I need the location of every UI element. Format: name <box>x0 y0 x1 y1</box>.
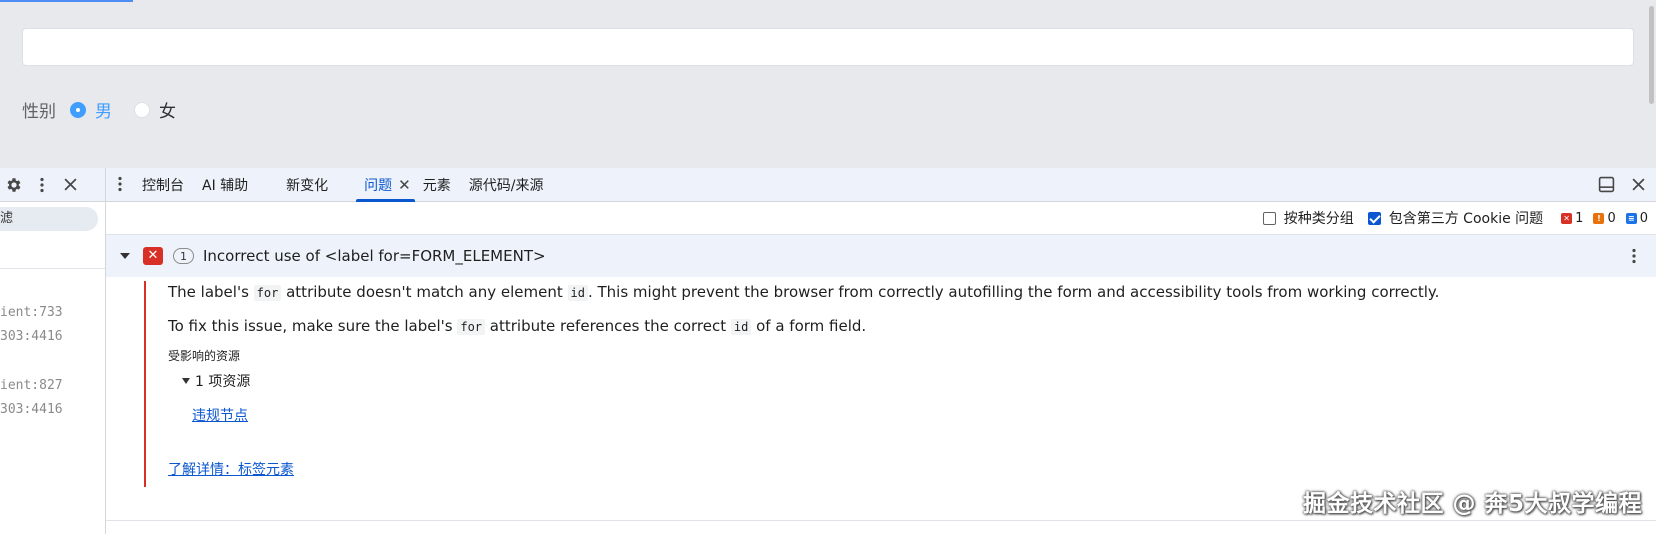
issue-title[interactable]: Incorrect use of <label for=FORM_ELEMENT… <box>203 247 546 265</box>
third-party-cookie-checkbox[interactable]: 包含第三方 Cookie 问题 <box>1367 208 1543 228</box>
tab-elements[interactable]: 元素 <box>419 168 463 201</box>
tab-label: 控制台 <box>142 177 184 194</box>
text: To fix this issue, make sure the label's <box>168 317 458 335</box>
code-for: for <box>457 319 486 335</box>
close-icon[interactable] <box>56 171 84 199</box>
gender-field: 性别 男 女 <box>22 97 198 122</box>
drawer-tabbar: 控制台 AI 辅助 新变化 问题 ✕ 元素 源代码/来源 <box>106 168 1656 202</box>
more-vertical-icon[interactable] <box>28 171 56 199</box>
info-icon: ≡ <box>1625 212 1637 224</box>
error-count-value: 1 <box>1575 210 1584 226</box>
tab-issues[interactable]: 问题 ✕ <box>352 168 419 202</box>
resources-toggle-label[interactable]: 1 项资源 <box>195 371 250 391</box>
learn-more-link[interactable]: 了解详情：标签元素 <box>168 459 294 479</box>
source-location-link[interactable]: ient:827 <box>0 378 63 393</box>
error-icon: ✕ <box>1561 212 1573 224</box>
info-count-value: 0 <box>1639 210 1648 226</box>
code-id: id <box>567 285 588 301</box>
radio-male-label[interactable]: 男 <box>95 97 112 122</box>
source-location-link[interactable]: ient:733 <box>0 305 63 320</box>
watermark-text: 掘金技术社区 @ 奔5大叔学编程 <box>1302 491 1642 517</box>
source-location-link[interactable]: 303:4416 <box>0 329 63 344</box>
warning-count[interactable]: ! 0 <box>1593 210 1616 226</box>
gender-label: 性别 <box>22 102 56 122</box>
checkbox-box-checked[interactable] <box>1367 211 1381 225</box>
violating-node-link[interactable]: 违规节点 <box>192 405 248 425</box>
settings-gear-icon[interactable] <box>0 171 28 199</box>
tab-console[interactable]: 控制台 <box>138 168 196 201</box>
page-scrollbar[interactable] <box>1646 0 1656 168</box>
checkbox-label[interactable]: 按种类分组 <box>1284 208 1354 228</box>
issue-description: The label's for attribute doesn't match … <box>168 283 1439 301</box>
tab-close-icon[interactable]: ✕ <box>398 176 411 194</box>
radio-female[interactable]: 女 <box>134 97 176 122</box>
group-by-kind-checkbox[interactable]: 按种类分组 <box>1262 208 1354 228</box>
filter-input[interactable]: 滤 <box>0 207 98 231</box>
error-count[interactable]: ✕ 1 <box>1561 211 1583 226</box>
warning-count-value: 0 <box>1607 210 1616 226</box>
devtools-panel: 滤 ient:733 303:4416 ient:827 303:4416 控制… <box>0 168 1656 534</box>
affected-resources-label: 受影响的资源 <box>168 349 241 363</box>
tab-ai-assist[interactable]: AI 辅助 <box>196 168 284 201</box>
close-drawer-icon[interactable] <box>1624 171 1652 199</box>
tab-label: 问题 <box>364 177 393 194</box>
web-page: 性别 男 女 <box>0 0 1656 168</box>
info-count[interactable]: ≡ 0 <box>1625 210 1648 226</box>
tab-label: 源代码/来源 <box>468 177 544 194</box>
radio-male[interactable]: 男 <box>70 97 112 122</box>
issue-counts[interactable]: ✕ 1 ! 0 ≡ 0 <box>1561 211 1648 226</box>
radio-female-label[interactable]: 女 <box>159 97 176 122</box>
radio-female-dot[interactable] <box>134 101 150 118</box>
issue-fix-description: To fix this issue, make sure the label's… <box>168 317 866 335</box>
text: . This might prevent the browser from co… <box>587 283 1440 301</box>
left-pane-toolbar <box>0 168 105 202</box>
issue-body: The label's for attribute doesn't match … <box>144 281 1626 487</box>
dock-panel-icon[interactable] <box>1592 171 1620 199</box>
checkbox-label[interactable]: 包含第三方 Cookie 问题 <box>1389 208 1543 228</box>
issue-header[interactable]: ✕ 1 Incorrect use of <label for=FORM_ELE… <box>106 235 1656 277</box>
text: The label's <box>168 283 254 301</box>
issue-more-icon[interactable] <box>1624 244 1644 268</box>
code-for: for <box>253 285 282 301</box>
warning-icon: ! <box>1593 212 1605 224</box>
divider <box>0 268 105 269</box>
collapse-caret-icon[interactable] <box>120 253 130 259</box>
checkbox-box[interactable] <box>1262 211 1276 225</box>
page-scrollbar-thumb[interactable] <box>1649 6 1654 104</box>
tab-whats-new[interactable]: 新变化 <box>284 168 352 201</box>
radio-male-dot[interactable] <box>70 101 86 118</box>
text: attribute doesn't match any element <box>281 283 568 301</box>
issues-toolbar: 按种类分组 包含第三方 Cookie 问题 ✕ 1 ! 0 ≡ 0 <box>106 202 1656 235</box>
tab-sources[interactable]: 源代码/来源 <box>463 168 554 201</box>
tab-label: AI 辅助 <box>202 177 249 194</box>
resources-toggle[interactable]: 1 项资源 <box>182 371 250 391</box>
text: attribute references the correct <box>485 317 731 335</box>
expand-caret-icon[interactable] <box>182 378 190 384</box>
code-id: id <box>730 319 752 335</box>
tab-label: 元素 <box>422 177 451 194</box>
loading-progress-bar <box>0 0 133 2</box>
text: of a form field. <box>751 317 867 335</box>
issue-count-badge: 1 <box>173 248 194 264</box>
drawer-more-vertical-icon[interactable] <box>106 170 134 198</box>
drawer-actions <box>1592 168 1652 201</box>
error-badge-icon: ✕ <box>143 247 163 265</box>
divider <box>106 520 1656 521</box>
devtools-left-pane: 滤 ient:733 303:4416 ient:827 303:4416 <box>0 168 106 534</box>
source-location-link[interactable]: 303:4416 <box>0 402 63 417</box>
text-input[interactable] <box>22 28 1634 66</box>
tab-label: 新变化 <box>286 177 329 194</box>
